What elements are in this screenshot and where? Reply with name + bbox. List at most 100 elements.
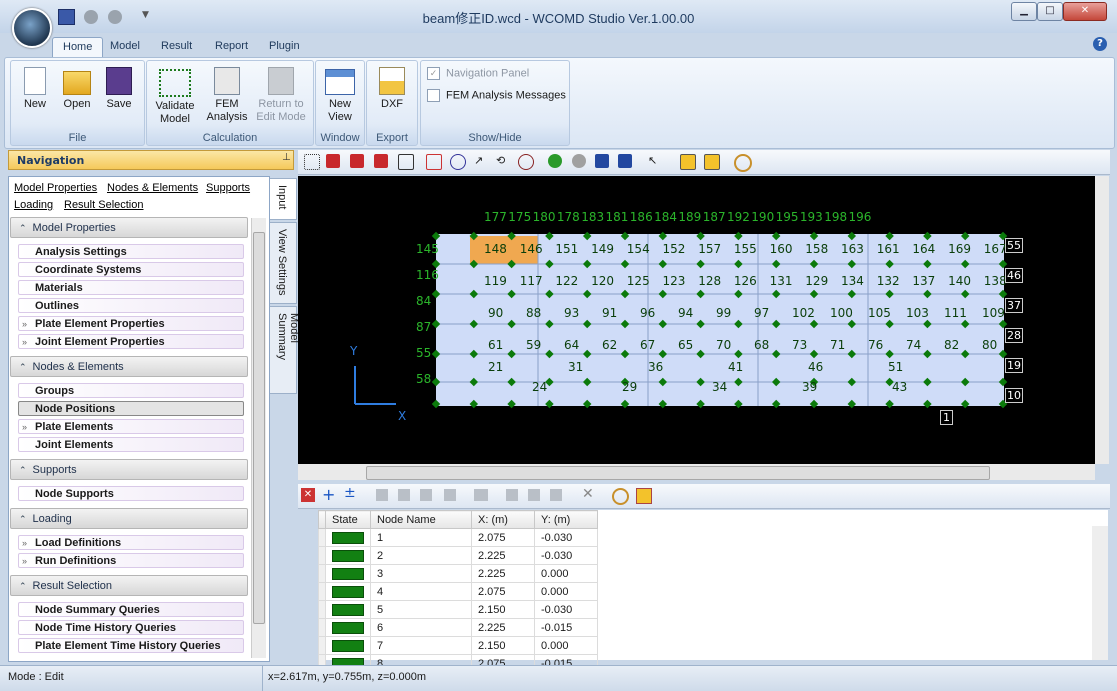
column-header-state[interactable]: State [325,510,371,529]
move-down-icon[interactable] [398,489,410,501]
side-tab-model-summary[interactable]: Model Summary [270,306,300,394]
state-cell[interactable] [325,582,371,601]
nav-item-node-supports[interactable]: Node Supports [18,486,244,501]
save-button[interactable]: Save [99,67,139,111]
nav-link-loading[interactable]: Loading [14,199,53,211]
rotate-icon[interactable]: ⟲ [496,154,510,168]
nav-link-model-properties[interactable]: Model Properties [14,182,97,194]
maximize-button[interactable]: □ [1037,2,1063,21]
nav-item-joint-elements[interactable]: Joint Elements [18,437,244,452]
row-selector[interactable] [318,636,326,655]
table-row[interactable]: 7 2.150 0.000 [318,636,598,655]
nav-item-groups[interactable]: Groups [18,383,244,398]
node-name-cell[interactable]: 2 [370,546,472,565]
target-icon[interactable] [518,154,534,170]
view-cube-top-icon[interactable] [350,154,364,168]
table-row[interactable]: 6 2.225 -0.015 [318,618,598,637]
move-bottom-icon[interactable] [420,489,432,501]
help-icon[interactable]: ? [1093,37,1107,51]
section-loading[interactable]: ⌃ Loading [10,508,248,529]
dxf-button[interactable]: DXF [370,67,414,111]
state-cell[interactable] [325,636,371,655]
tab-plugin[interactable]: Plugin [259,37,310,56]
x-cell[interactable]: 2.225 [471,618,535,637]
open-button[interactable]: Open [57,67,97,111]
navigation-panel-checkbox[interactable]: ✓ Navigation Panel [427,67,529,80]
node-name-cell[interactable]: 6 [370,618,472,637]
nav-item-node-positions[interactable]: Node Positions [18,401,244,416]
paste-icon[interactable] [528,489,540,501]
x-cell[interactable]: 2.075 [471,582,535,601]
section-result-selection[interactable]: ⌃ Result Selection [10,575,248,596]
nav-item-outlines[interactable]: Outlines [18,298,244,313]
nav-item-run-definitions[interactable]: » Run Definitions [18,553,244,568]
move-up-icon[interactable] [376,489,388,501]
add-row-icon[interactable]: + [322,485,335,504]
state-cell[interactable] [325,528,371,547]
node-name-cell[interactable]: 1 [370,528,472,547]
tab-result[interactable]: Result [151,37,202,56]
nav-item-plate-element-time-history-queries[interactable]: Plate Element Time History Queries [18,638,244,653]
nav-item-plate-element-properties[interactable]: » Plate Element Properties [18,316,244,331]
state-cell[interactable] [325,600,371,619]
nav-link-nodes-elements[interactable]: Nodes & Elements [107,182,198,194]
y-cell[interactable]: -0.030 [534,600,598,619]
copy-icon[interactable] [506,489,518,501]
nav-item-load-definitions[interactable]: » Load Definitions [18,535,244,550]
row-selector-header[interactable] [318,510,326,529]
table-row[interactable]: 4 2.075 0.000 [318,582,598,601]
y-cell[interactable]: 0.000 [534,582,598,601]
y-cell[interactable]: 0.000 [534,636,598,655]
side-tab-input[interactable]: Input [270,178,297,220]
y-cell[interactable]: 0.000 [534,564,598,583]
fem-analysis-messages-checkbox[interactable]: FEM Analysis Messages [427,89,566,102]
column-header-y[interactable]: Y: (m) [534,510,598,529]
nav-item-joint-element-properties[interactable]: » Joint Element Properties [18,334,244,349]
tab-model[interactable]: Model [100,37,150,56]
forward-arrow-icon[interactable] [572,154,586,168]
nav-item-coordinate-systems[interactable]: Coordinate Systems [18,262,244,277]
table-row[interactable]: 3 2.225 0.000 [318,564,598,583]
search-icon[interactable] [612,488,629,505]
column-header-x[interactable]: X: (m) [471,510,535,529]
nav-link-result-selection[interactable]: Result Selection [64,199,144,211]
view-cube-iso-icon[interactable] [398,154,414,170]
snapshot-icon[interactable] [595,154,609,168]
nav-item-plate-elements[interactable]: » Plate Elements [18,419,244,434]
row-selector[interactable] [318,564,326,583]
zoom-out-icon[interactable] [450,154,466,170]
fem-analysis-button[interactable]: FEM Analysis [203,67,251,124]
deselect-box-icon[interactable] [704,154,720,170]
row-selector[interactable] [318,600,326,619]
navigation-scroll-thumb[interactable] [253,232,265,624]
state-cell[interactable] [325,546,371,565]
state-cell[interactable] [325,564,371,583]
section-model-properties[interactable]: ⌃ Model Properties [10,217,248,238]
back-arrow-icon[interactable] [548,154,562,168]
table-row[interactable]: 2 2.225 -0.030 [318,546,598,565]
x-cell[interactable]: 2.225 [471,564,535,583]
state-cell[interactable] [325,618,371,637]
pointer-icon[interactable]: ↖ [648,154,662,168]
select-all-icon[interactable] [304,154,320,170]
tab-home[interactable]: Home [52,37,104,57]
column-header-node-name[interactable]: Node Name [370,510,472,529]
validate-model-button[interactable]: Validate Model [151,67,199,126]
viewport-scroll-thumb[interactable] [366,466,990,480]
nav-item-analysis-settings[interactable]: Analysis Settings [18,244,244,259]
paste-special-icon[interactable] [550,489,562,501]
x-cell[interactable]: 2.075 [471,528,535,547]
info-icon[interactable] [618,154,632,168]
x-cell[interactable]: 2.225 [471,546,535,565]
select-box-icon[interactable] [680,154,696,170]
close-grid-icon[interactable]: ✕ [301,488,315,502]
nav-item-materials[interactable]: Materials [18,280,244,295]
y-cell[interactable]: -0.015 [534,618,598,637]
row-selector[interactable] [318,546,326,565]
delete-icon[interactable]: ✕ [582,486,594,502]
viewport-vertical-scrollbar[interactable] [1095,176,1109,464]
section-nodes-elements[interactable]: ⌃ Nodes & Elements [10,356,248,377]
node-name-cell[interactable]: 3 [370,564,472,583]
minimize-button[interactable]: ▁ [1011,2,1037,21]
node-name-cell[interactable]: 5 [370,600,472,619]
